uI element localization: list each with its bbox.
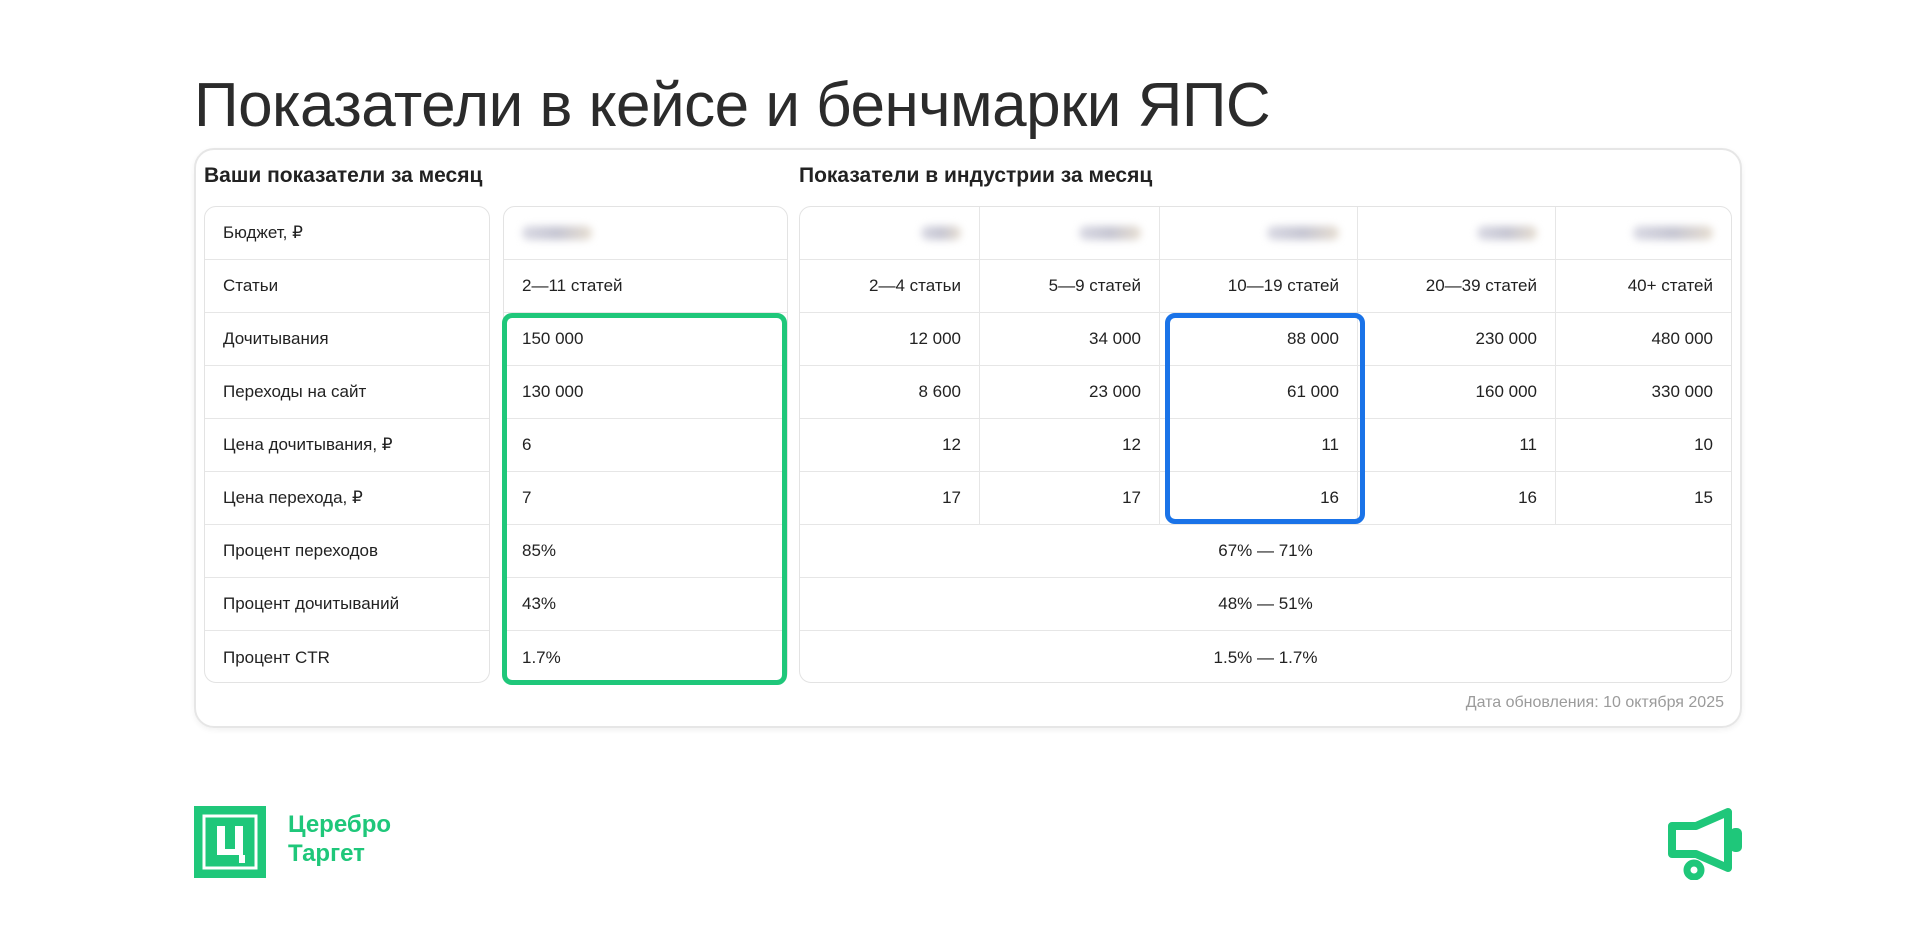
left-section-title: Ваши показатели за месяц xyxy=(204,164,483,187)
industry-value: 15 xyxy=(1694,488,1713,507)
industry-value: 8 600 xyxy=(800,366,980,418)
metric-label: Дочитывания xyxy=(223,329,329,348)
page-title: Показатели в кейсе и бенчмарки ЯПС xyxy=(194,71,1271,140)
metric-label: Цена дочитывания, ₽ xyxy=(223,435,393,454)
table-row: 1.7% xyxy=(504,631,787,682)
metric-label: Процент CTR xyxy=(223,647,330,667)
industry-value: 88 000 xyxy=(1160,313,1358,365)
industry-value: 61 000 xyxy=(1160,366,1358,418)
industry-value: 34 000 xyxy=(980,313,1160,365)
metric-value: 85% xyxy=(522,541,557,560)
table-row: Переходы на сайт xyxy=(205,366,489,419)
table-row: 8 600 23 000 61 000 160 000 330 000 xyxy=(800,366,1731,419)
metric-value: 150 000 xyxy=(522,329,584,348)
industry-value: 12 000 xyxy=(800,313,980,365)
metric-label: Процент дочитываний xyxy=(223,594,400,613)
industry-value: 160 000 xyxy=(1358,366,1556,418)
industry-value: 230 000 xyxy=(1358,313,1556,365)
table-row: 7 xyxy=(504,472,787,525)
table-row: 6 xyxy=(504,419,787,472)
table-row: 43% xyxy=(504,578,787,631)
brand-logo xyxy=(194,806,266,878)
metric-label: Переходы на сайт xyxy=(223,382,367,401)
table-row: Цена перехода, ₽ xyxy=(205,472,489,525)
industry-column-label: 10—19 статей xyxy=(1160,260,1358,312)
industry-value: 480 000 xyxy=(1651,329,1713,348)
industry-range: 1.5% — 1.7% xyxy=(1213,647,1318,667)
metric-label: Статьи xyxy=(223,276,279,295)
blurred-value xyxy=(1477,226,1537,240)
metric-value: 1.7% xyxy=(522,647,561,667)
table-row: 2—4 статьи 5—9 статей 10—19 статей 20—39 ст… xyxy=(800,260,1731,313)
table-row: 1.5% — 1.7% xyxy=(800,631,1731,682)
metric-value: 43% xyxy=(522,594,557,613)
industry-value: 17 xyxy=(800,472,980,524)
industry-header-blurred xyxy=(1556,207,1731,259)
metric-value: 2—11 статей xyxy=(522,276,623,295)
metric-label: Цена перехода, ₽ xyxy=(223,488,363,507)
industry-column-label: 2—4 статьи xyxy=(800,260,980,312)
table-row xyxy=(800,207,1731,260)
metric-value: 6 xyxy=(522,435,532,454)
blurred-value xyxy=(522,226,592,240)
metric-value: 130 000 xyxy=(522,382,584,401)
blurred-value xyxy=(1267,226,1339,240)
update-date: Дата обновления: 10 октября 2025 xyxy=(1465,694,1724,711)
table-row: 17 17 16 16 15 xyxy=(800,472,1731,525)
table-row: Бюджет, ₽ xyxy=(205,207,489,260)
table-row xyxy=(504,207,787,260)
industry-value: 12 xyxy=(980,419,1160,471)
brand-name-line1: Церебро xyxy=(288,811,392,838)
industry-header-blurred xyxy=(800,207,980,259)
your-values-panel: 2—11 статей 150 000 130 000 6 7 85% 43% 1.7% xyxy=(503,206,788,683)
industry-value: 11 xyxy=(1160,419,1358,471)
table-row: Процент CTR xyxy=(205,631,489,682)
blurred-value xyxy=(1633,226,1713,240)
industry-value: 10 xyxy=(1694,435,1713,454)
table-row: Цена дочитывания, ₽ xyxy=(205,419,489,472)
table-row: 12 12 11 11 10 xyxy=(800,419,1731,472)
metric-label: Процент переходов xyxy=(223,541,379,560)
table-row: 2—11 статей xyxy=(504,260,787,313)
industry-column-label: 40+ статей xyxy=(1627,276,1713,295)
industry-value: 23 000 xyxy=(980,366,1160,418)
industry-panel: 2—4 статьи 5—9 статей 10—19 статей 20—39 ст… xyxy=(799,206,1732,683)
industry-column-label: 20—39 статей xyxy=(1358,260,1556,312)
brand-name: Церебро Таргет xyxy=(288,810,391,868)
blurred-value xyxy=(1079,226,1141,240)
metric-value-blurred xyxy=(504,207,592,259)
industry-column-label: 5—9 статей xyxy=(980,260,1160,312)
table-row: Статьи xyxy=(205,260,489,313)
brand-logo-mark xyxy=(202,814,258,870)
industry-header-blurred xyxy=(1160,207,1358,259)
table-row: 150 000 xyxy=(504,313,787,366)
metric-label: Бюджет, ₽ xyxy=(223,223,303,242)
blurred-value xyxy=(921,226,961,240)
industry-range: 48% — 51% xyxy=(1218,594,1313,613)
industry-value: 330 000 xyxy=(1651,382,1713,401)
table-row: 85% xyxy=(504,525,787,578)
labels-panel: Бюджет, ₽ Статьи Дочитывания Переходы на са… xyxy=(204,206,490,683)
industry-value: 11 xyxy=(1358,419,1556,471)
industry-value: 16 xyxy=(1358,472,1556,524)
brand-name-line2: Таргет xyxy=(288,840,365,867)
industry-value: 17 xyxy=(980,472,1160,524)
table-row: Процент переходов xyxy=(205,525,489,578)
industry-header-blurred xyxy=(1358,207,1556,259)
table-row: Дочитывания xyxy=(205,313,489,366)
industry-value: 12 xyxy=(800,419,980,471)
industry-value: 16 xyxy=(1160,472,1358,524)
table-row: 12 000 34 000 88 000 230 000 480 000 xyxy=(800,313,1731,366)
table-row: 130 000 xyxy=(504,366,787,419)
table-row: 48% — 51% xyxy=(800,578,1731,631)
table-row: Процент дочитываний xyxy=(205,578,489,631)
industry-header-blurred xyxy=(980,207,1160,259)
metric-value: 7 xyxy=(522,488,532,507)
table-row: 67% — 71% xyxy=(800,525,1731,578)
right-section-title: Показатели в индустрии за месяц xyxy=(799,164,1153,187)
megaphone-icon xyxy=(1668,808,1742,880)
industry-range: 67% — 71% xyxy=(1218,541,1313,560)
